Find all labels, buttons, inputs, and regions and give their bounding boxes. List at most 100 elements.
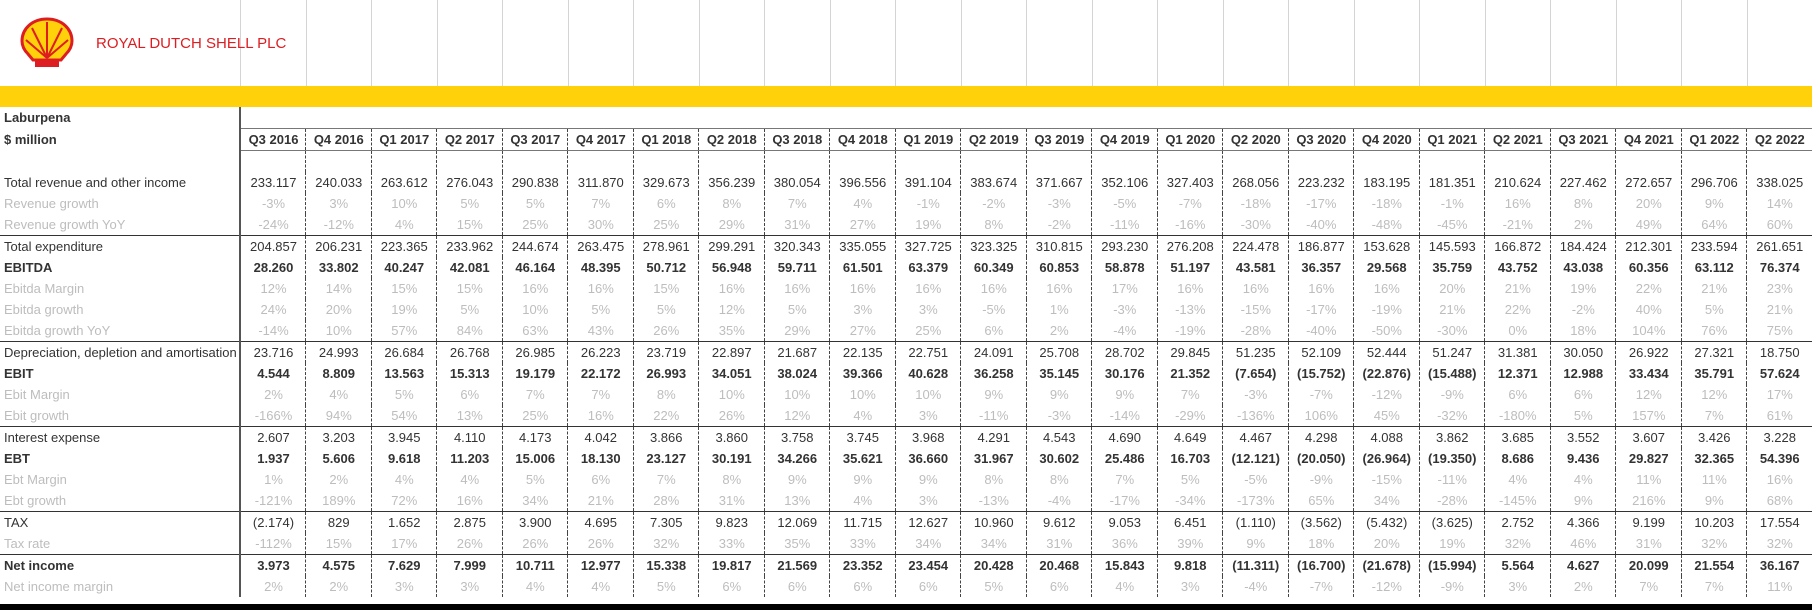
table-row: EBT 1.937 5.606 9.618 11.203 15.006 18.130 23.1… <box>0 448 1812 469</box>
table-cell: 5% <box>764 299 830 320</box>
table-cell: 227.462 <box>1550 172 1616 193</box>
table-row: Ebitda growth 24% 20% 19% 5% 10% 5% 5% 12% 5% 3% 3%… <box>0 299 1812 320</box>
row-label: Revenue growth <box>0 193 241 214</box>
table-cell: -16% <box>1157 214 1223 236</box>
empty-cell <box>1222 107 1288 129</box>
table-cell: -40% <box>1288 214 1354 236</box>
table-cell: 28% <box>633 490 699 512</box>
table-cell: 25% <box>895 320 961 342</box>
table-cell: -2% <box>1026 214 1092 236</box>
table-cell: 26% <box>633 320 699 342</box>
table-cell: 51.247 <box>1419 341 1485 363</box>
table-cell: 6.451 <box>1157 511 1223 533</box>
table-cell: 261.651 <box>1746 235 1812 257</box>
table-cell: -24% <box>240 214 306 236</box>
table-cell: 31% <box>698 490 765 512</box>
table-cell: 352.106 <box>1091 172 1158 193</box>
table-cell: 16% <box>567 405 634 427</box>
table-cell: 24.993 <box>305 341 372 363</box>
table-cell: 3% <box>895 490 961 512</box>
table-cell: -13% <box>960 490 1027 512</box>
empty-cell <box>698 107 764 129</box>
table-cell: -17% <box>1091 490 1158 512</box>
table-cell: -5% <box>960 299 1027 320</box>
table-cell: 4.543 <box>1026 426 1092 448</box>
row-label: TAX <box>0 511 241 533</box>
empty-cell <box>1550 107 1616 129</box>
table-cell: 320.343 <box>764 235 830 257</box>
table-cell: 16% <box>1353 278 1420 299</box>
table-cell: -2% <box>1550 299 1616 320</box>
table-row: Ebit growth -166% 94% 54% 13% 25% 16% 22% 26% 12%… <box>0 405 1812 427</box>
table-cell: 5% <box>633 299 699 320</box>
table-cell: 54.396 <box>1746 448 1812 469</box>
table-cell: 9.436 <box>1550 448 1616 469</box>
table-cell: 49% <box>1615 214 1682 236</box>
table-cell: 16% <box>1222 278 1289 299</box>
empty-cell <box>829 150 896 172</box>
table-cell: -2% <box>960 193 1027 214</box>
table-cell: 43% <box>567 320 634 342</box>
period-header: Q2 2019 <box>960 128 1027 151</box>
table-cell: 33% <box>829 533 896 555</box>
table-cell: 3.968 <box>895 426 961 448</box>
table-cell: 212.301 <box>1615 235 1682 257</box>
table-cell: 35.145 <box>1026 363 1092 384</box>
table-cell: 157% <box>1615 405 1682 427</box>
table-cell: 26.223 <box>567 341 634 363</box>
empty-cell <box>633 150 699 172</box>
table-cell: 9% <box>1681 193 1747 214</box>
table-cell: 12.988 <box>1550 363 1616 384</box>
table-cell: 34% <box>895 533 961 555</box>
table-cell: 290.838 <box>502 172 568 193</box>
table-row: Revenue growth -3% 3% 10% 5% 5% 7% 6% 8% 7% 4% -1% -… <box>0 193 1812 214</box>
table-cell: -121% <box>240 490 306 512</box>
table-cell: 4.467 <box>1222 426 1289 448</box>
table-cell: 20.468 <box>1026 554 1092 576</box>
empty-cell <box>436 150 503 172</box>
table-cell: 7.305 <box>633 511 699 533</box>
table-cell: 43.752 <box>1484 257 1551 278</box>
grid-line <box>1026 0 1027 88</box>
financial-table: Laburpena $ million Q3 2016 Q4 2016 Q1 2017 Q… <box>0 107 1812 597</box>
table-cell: -11% <box>1419 469 1485 490</box>
table-cell: 20% <box>1419 278 1485 299</box>
empty-cell <box>1681 150 1747 172</box>
table-cell: 32% <box>1746 533 1812 555</box>
shell-logo-icon <box>20 17 74 67</box>
table-cell: 5.564 <box>1484 554 1551 576</box>
table-cell: 13% <box>436 405 503 427</box>
table-cell: 27% <box>829 214 896 236</box>
row-label: Revenue growth YoY <box>0 214 241 236</box>
table-cell: -17% <box>1288 299 1354 320</box>
row-label: Ebitda Margin <box>0 278 241 299</box>
table-cell: 356.239 <box>698 172 765 193</box>
table-cell: 26.684 <box>371 341 437 363</box>
table-cell: 22.135 <box>829 341 896 363</box>
table-cell: 2% <box>240 576 306 597</box>
table-cell: 72% <box>371 490 437 512</box>
table-cell: 10% <box>371 193 437 214</box>
table-cell: 40% <box>1615 299 1682 320</box>
table-cell: 1.937 <box>240 448 306 469</box>
table-row: Net income margin 2% 2% 3% 3% 4% 4% 5% 6% 6% 6% 6% 5… <box>0 576 1812 597</box>
table-row: Interest expense 2.607 3.203 3.945 4.110 4.17… <box>0 426 1812 448</box>
table-cell: 52.444 <box>1353 341 1420 363</box>
table-cell: 4% <box>829 405 896 427</box>
empty-cell <box>1353 107 1419 129</box>
table-cell: 7% <box>567 193 634 214</box>
table-cell: -30% <box>1419 320 1485 342</box>
table-cell: 29.845 <box>1157 341 1223 363</box>
period-header: Q3 2018 <box>764 128 830 151</box>
table-cell: 8% <box>960 214 1027 236</box>
table-row: EBITDA 28.260 33.802 40.247 42.081 46.164 48.3… <box>0 257 1812 278</box>
table-cell: 276.208 <box>1157 235 1223 257</box>
table-cell: (19.350) <box>1419 448 1485 469</box>
table-cell: 2.752 <box>1484 511 1551 533</box>
empty-cell <box>1746 150 1812 172</box>
table-cell: 3.866 <box>633 426 699 448</box>
grid-line <box>436 0 438 88</box>
table-cell: 4% <box>1550 469 1616 490</box>
empty-cell <box>1484 150 1551 172</box>
table-cell: 21.554 <box>1681 554 1747 576</box>
